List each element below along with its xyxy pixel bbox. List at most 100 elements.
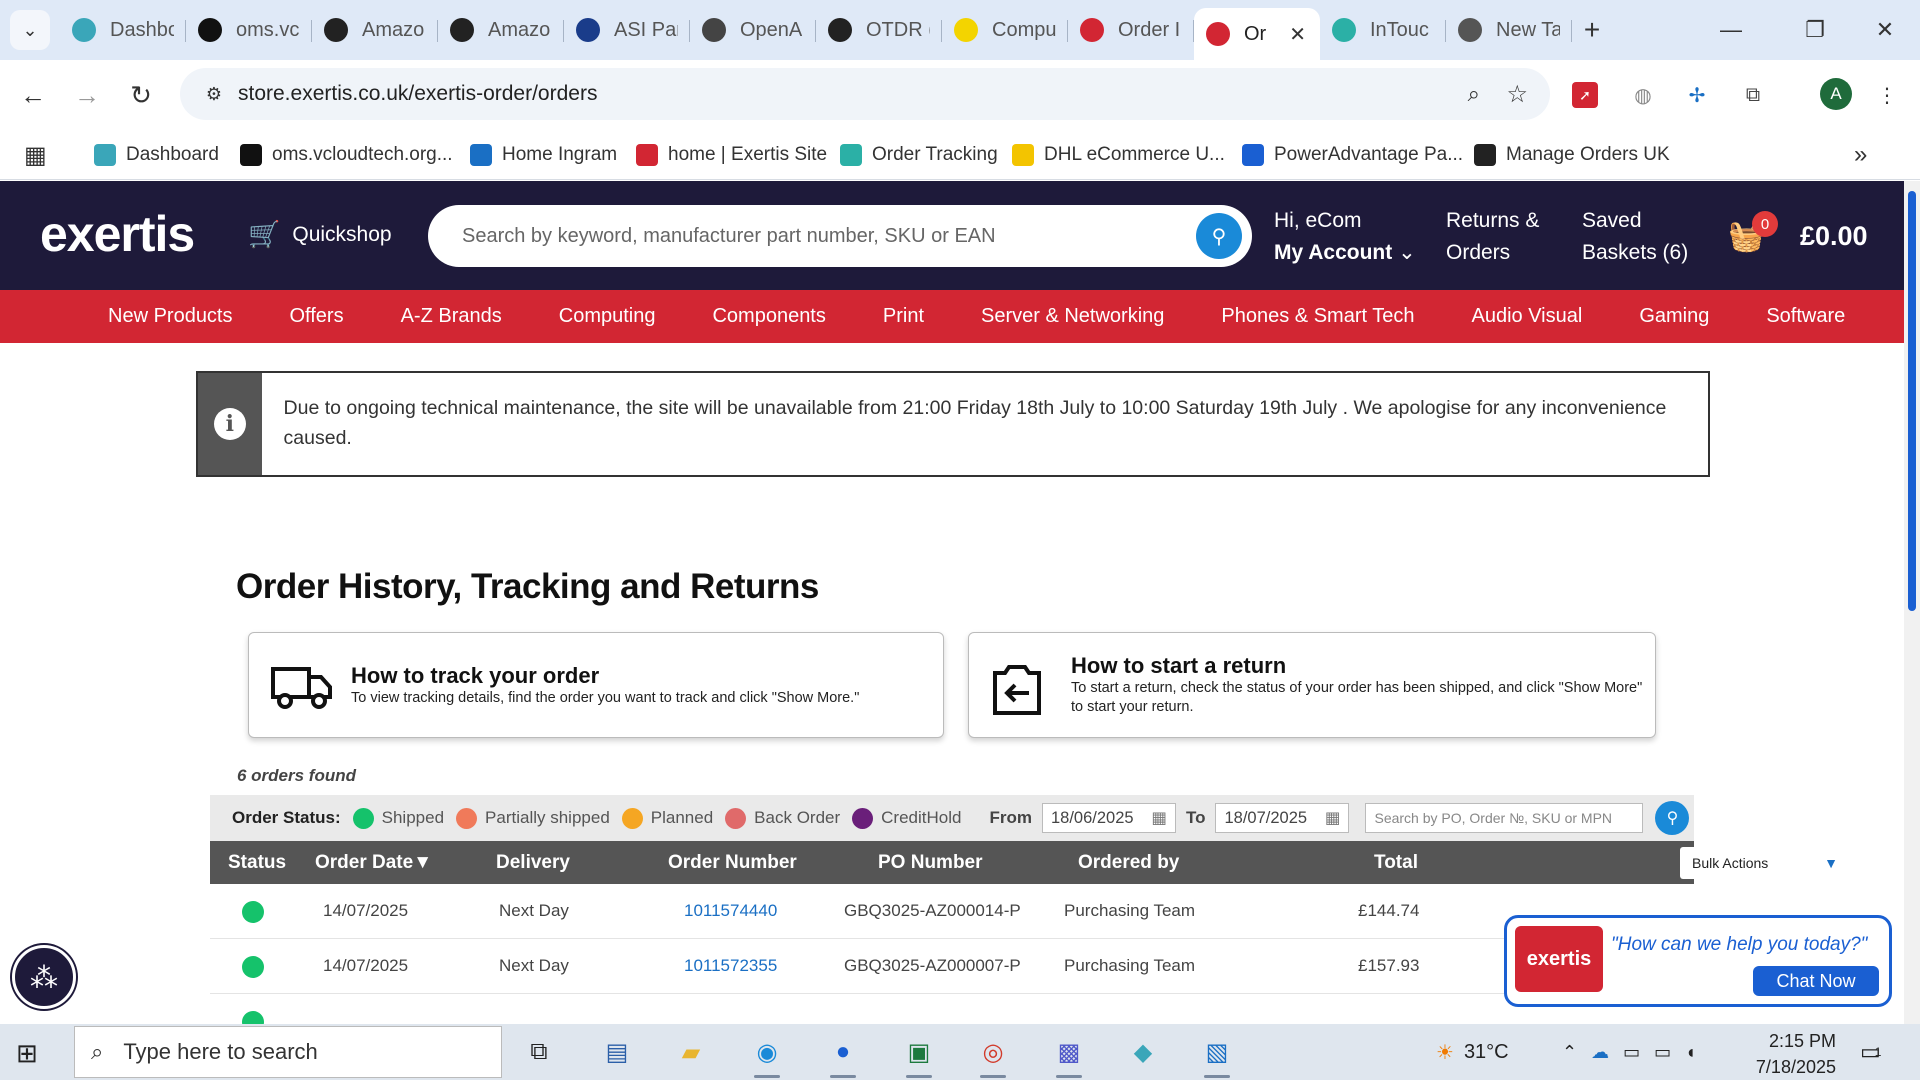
minimize-button[interactable]: — — [1696, 0, 1766, 60]
table-row[interactable]: 14/07/2025 Next Day 1011574440 GBQ3025-AZ00… — [210, 884, 1694, 939]
nav-item[interactable]: Components — [712, 305, 825, 328]
close-tab-icon[interactable]: ✕ — [1289, 22, 1306, 47]
nav-item[interactable]: Software — [1766, 305, 1845, 328]
nav-item[interactable]: Offers — [290, 305, 344, 328]
table-row[interactable]: 14/07/2025 Next Day 1011572355 GBQ3025-AZ00… — [210, 939, 1694, 994]
url-text[interactable]: store.exertis.co.uk/exertis-order/orders — [238, 82, 597, 106]
edge-icon[interactable]: ◉ — [746, 1032, 788, 1078]
column-header[interactable]: Delivery — [496, 852, 570, 874]
bulk-actions-dropdown[interactable]: Bulk Actions ▼ — [1680, 847, 1854, 879]
nav-item[interactable]: A-Z Brands — [401, 305, 502, 328]
chrome-icon[interactable]: ◎ — [972, 1032, 1014, 1078]
scrollbar-thumb[interactable] — [1908, 191, 1916, 611]
bookmark-item[interactable]: PowerAdvantage Pa... — [1242, 140, 1463, 170]
profile-avatar[interactable]: A — [1820, 78, 1852, 110]
close-window-button[interactable]: ✕ — [1850, 0, 1920, 60]
tab-5[interactable]: OpenA — [690, 8, 816, 52]
file-explorer-icon[interactable]: ▰ — [670, 1032, 712, 1072]
cell-order-no[interactable]: 1011572355 — [684, 956, 777, 976]
column-header[interactable]: PO Number — [878, 852, 983, 874]
taskbar-clock[interactable]: 2:15 PM 7/18/2025 — [1744, 1028, 1836, 1080]
tab-6[interactable]: OTDR ( — [816, 8, 942, 52]
system-tray[interactable]: ⌃ ☁ ▭ ▭ ◖ — [1562, 1024, 1710, 1080]
app-icon[interactable]: ◆ — [1122, 1032, 1164, 1072]
column-header[interactable]: Ordered by — [1078, 852, 1179, 874]
tab-3[interactable]: Amazo — [438, 8, 564, 52]
excel-icon[interactable]: ▣ — [898, 1032, 940, 1078]
reload-button[interactable]: ↻ — [122, 76, 160, 114]
cell-order-no[interactable]: 1011574440 — [684, 901, 777, 921]
nav-item[interactable]: Computing — [559, 305, 656, 328]
returns-orders-link[interactable]: Returns & Orders — [1446, 205, 1539, 269]
nav-item[interactable]: Gaming — [1639, 305, 1709, 328]
tab-7[interactable]: Compu — [942, 8, 1068, 52]
chat-now-button[interactable]: Chat Now — [1753, 966, 1879, 996]
bookmark-item[interactable]: DHL eCommerce U... — [1012, 140, 1225, 170]
apps-icon[interactable]: ▦ — [24, 140, 47, 170]
task-view-icon[interactable]: ⧉ — [518, 1032, 560, 1072]
site-info-icon[interactable]: ⚙ — [190, 84, 238, 105]
column-header[interactable]: Order Date▼ — [315, 852, 432, 874]
address-bar[interactable]: ⚙ store.exertis.co.uk/exertis-order/orde… — [180, 68, 1550, 120]
calculator-icon[interactable]: ▤ — [596, 1032, 638, 1072]
exertis-logo[interactable]: exertis — [40, 205, 195, 263]
quickshop-label: Quickshop — [292, 222, 392, 246]
bookmark-star-icon[interactable]: ☆ — [1506, 80, 1528, 109]
zoho-icon[interactable]: ● — [822, 1032, 864, 1078]
chat-widget[interactable]: exertis "How can we help you today?" Cha… — [1504, 915, 1892, 1007]
restore-button[interactable]: ❐ — [1780, 0, 1850, 60]
tab-search-button[interactable]: ⌄ — [10, 10, 50, 50]
table-row[interactable] — [210, 994, 1694, 1024]
tab-8[interactable]: Order I — [1068, 8, 1194, 52]
column-header[interactable]: Order Number — [668, 852, 797, 874]
search-icon[interactable]: ⚲ — [1655, 801, 1690, 835]
weather-widget[interactable]: ☀ 31°C — [1436, 1024, 1509, 1080]
nav-item[interactable]: Print — [883, 305, 924, 328]
forward-button[interactable]: → — [68, 76, 106, 114]
tab-11[interactable]: New Ta — [1446, 8, 1572, 52]
extension-icon[interactable]: ✢ — [1680, 78, 1714, 112]
new-tab-button[interactable]: + — [1572, 8, 1612, 52]
to-date-input[interactable]: 18/07/2025 ▦ — [1215, 803, 1350, 833]
zoom-icon[interactable]: ⌕ — [1468, 81, 1480, 107]
tab-2[interactable]: Amazo — [312, 8, 438, 52]
menu-icon[interactable]: ⋮ — [1870, 78, 1904, 112]
from-date-input[interactable]: 18/06/2025 ▦ — [1041, 803, 1176, 833]
tab-1[interactable]: oms.vc — [186, 8, 312, 52]
bookmark-item[interactable]: Manage Orders UK — [1474, 140, 1670, 170]
tab-10[interactable]: InTouc — [1320, 8, 1446, 52]
column-header[interactable]: Total — [1374, 852, 1418, 874]
tab-0[interactable]: Dashbo — [60, 8, 186, 52]
bookmark-item[interactable]: Order Tracking — [840, 140, 998, 170]
quickshop-link[interactable]: 🛒 Quickshop — [248, 219, 392, 250]
column-header[interactable]: Status — [228, 852, 286, 874]
nav-item[interactable]: Phones & Smart Tech — [1221, 305, 1414, 328]
windows-start-icon[interactable]: ⊞ — [16, 1038, 38, 1069]
teams-icon[interactable]: ▩ — [1048, 1032, 1090, 1078]
outlook-icon[interactable]: ▧ — [1196, 1032, 1238, 1078]
tab-9[interactable]: Or ✕ — [1194, 8, 1320, 60]
bookmark-item[interactable]: Home Ingram — [470, 140, 617, 170]
pdf-extension-icon[interactable]: ➚ — [1572, 82, 1598, 108]
nav-item[interactable]: Server & Networking — [981, 305, 1164, 328]
bookmark-item[interactable]: oms.vcloudtech.org... — [240, 140, 453, 170]
nav-item[interactable]: New Products — [108, 305, 233, 328]
accessibility-icon[interactable]: ⁂ — [12, 945, 76, 1009]
bookmark-item[interactable]: Dashboard — [94, 140, 219, 170]
search-icon[interactable]: ⚲ — [1196, 213, 1242, 259]
taskbar-search[interactable]: ⌕ Type here to search — [74, 1026, 502, 1078]
puzzle-icon[interactable]: ⧉ — [1736, 78, 1770, 112]
account-menu[interactable]: Hi, eCom My Account ⌄ — [1274, 205, 1416, 269]
more-bookmarks-icon[interactable]: » — [1854, 140, 1867, 170]
nav-item[interactable]: Audio Visual — [1471, 305, 1582, 328]
tab-4[interactable]: ASI Par — [564, 8, 690, 52]
globe-extension-icon[interactable]: ◍ — [1626, 78, 1660, 112]
back-button[interactable]: ← — [14, 76, 52, 114]
bookmark-item[interactable]: home | Exertis Site — [636, 140, 827, 170]
order-search-input[interactable]: Search by PO, Order №, SKU or MPN — [1365, 803, 1644, 833]
site-search-input[interactable] — [462, 221, 1162, 251]
saved-baskets-link[interactable]: Saved Baskets (6) — [1582, 205, 1688, 269]
notification-icon[interactable]: ▭ 1 — [1860, 1024, 1881, 1080]
basket-total[interactable]: £0.00 — [1800, 221, 1868, 252]
page-scrollbar[interactable] — [1904, 181, 1920, 1024]
